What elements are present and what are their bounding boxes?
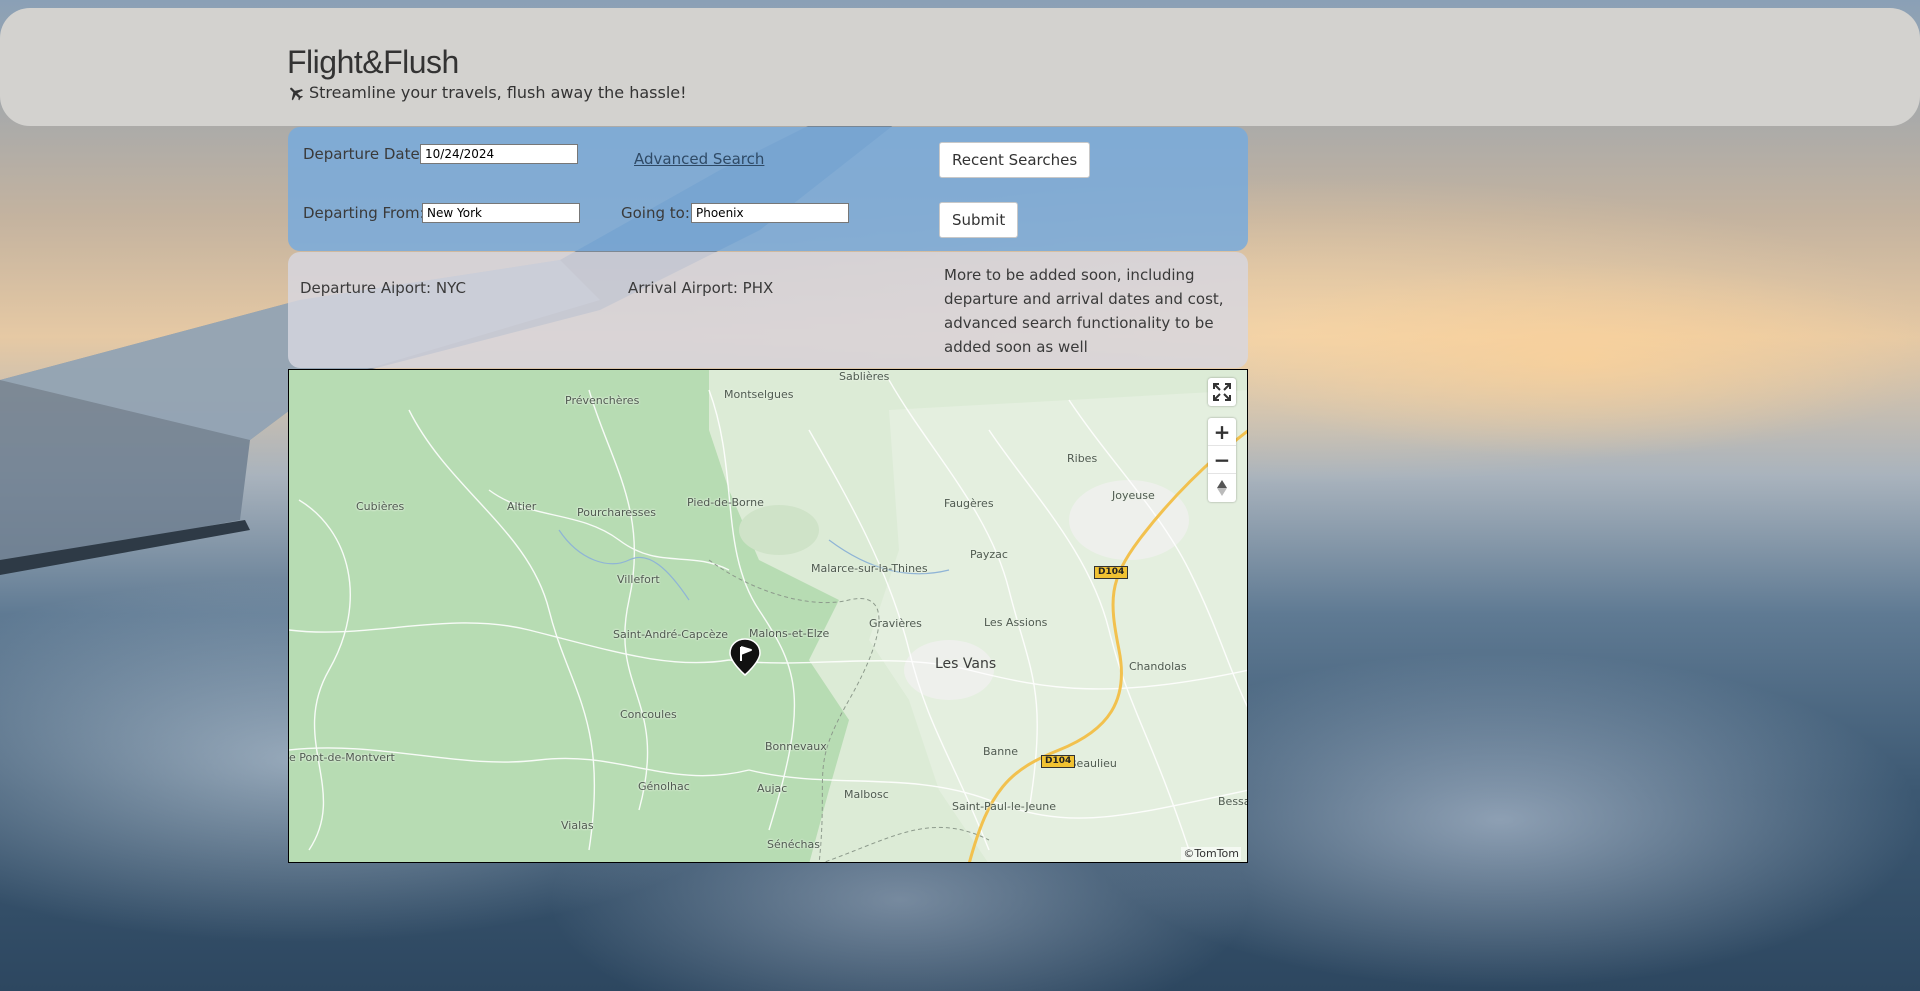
departure-date-input[interactable]	[420, 144, 578, 164]
map-view[interactable]: Sablières Prévenchères Montselgues Ribes…	[288, 369, 1248, 863]
map-attribution: ©TomTom	[1181, 847, 1241, 860]
road-badge: D104	[1041, 755, 1076, 768]
map-label: e Pont-de-Montvert	[289, 751, 395, 764]
zoom-in-button[interactable]: +	[1208, 418, 1236, 446]
map-label: Beaulieu	[1069, 757, 1117, 770]
map-label: Gravières	[869, 617, 922, 630]
map-label: Malons-et-Elze	[749, 627, 830, 640]
fullscreen-button[interactable]	[1208, 378, 1236, 406]
going-to-input[interactable]	[691, 203, 849, 223]
departure-airport-text: Departure Aiport: NYC	[300, 279, 466, 297]
map-label: Villefort	[617, 573, 660, 586]
departing-from-input[interactable]	[422, 203, 580, 223]
map-label: Payzac	[970, 548, 1008, 561]
map-label: Faugères	[944, 497, 994, 510]
map-label: Ribes	[1067, 452, 1098, 465]
tagline-text: Streamline your travels, flush away the …	[309, 83, 687, 102]
map-label: Sablières	[839, 370, 890, 383]
map-label: Les Vans	[935, 656, 997, 672]
site-tagline: Streamline your travels, flush away the …	[287, 83, 687, 102]
arrival-airport-text: Arrival Airport: PHX	[628, 279, 774, 297]
departure-date-label: Departure Date:	[303, 145, 425, 163]
map-label: Sénéchas	[767, 838, 820, 851]
map-label: Cubières	[356, 500, 405, 513]
location-marker-icon[interactable]	[729, 638, 761, 676]
map-label: Montselgues	[724, 388, 794, 401]
departing-from-label: Departing From:	[303, 204, 425, 222]
map-label: Aujac	[757, 782, 788, 795]
info-note-text: More to be added soon, including departu…	[944, 266, 1224, 356]
going-to-label: Going to:	[621, 204, 690, 222]
map-label: Joyeuse	[1112, 489, 1155, 502]
compass-button[interactable]	[1208, 474, 1236, 502]
submit-button[interactable]: Submit	[939, 202, 1019, 238]
map-label: Génolhac	[638, 780, 690, 793]
map-label: Saint-André-Capcèze	[613, 628, 729, 641]
map-label: Pied-de-Borne	[687, 496, 764, 509]
flight-info-panel: Departure Aiport: NYC Arrival Airport: P…	[288, 252, 1248, 368]
map-label: Chandolas	[1129, 660, 1187, 673]
site-title: Flight&Flush	[287, 44, 459, 80]
search-panel: Departure Date: Advanced Search Recent S…	[288, 127, 1248, 251]
map-label: Pourcharesses	[577, 506, 656, 519]
zoom-controls: + −	[1208, 418, 1236, 502]
map-label: Bonnevaux	[765, 740, 827, 753]
zoom-out-button[interactable]: −	[1208, 446, 1236, 474]
map-label: Saint-Paul-le-Jeune	[952, 800, 1057, 813]
map-label: Malarce-sur-la-Thines	[811, 562, 928, 575]
map-label: Altier	[507, 500, 537, 513]
map-label: Banne	[983, 745, 1018, 758]
airplane-icon	[290, 87, 303, 100]
site-header: Flight&Flush Streamline your travels, fl…	[0, 8, 1920, 126]
map-label: Les Assions	[984, 616, 1048, 629]
fullscreen-icon	[1213, 383, 1231, 401]
map-label: Malbosc	[844, 788, 889, 801]
advanced-search-link[interactable]: Advanced Search	[634, 150, 764, 168]
map-label: Bessa	[1218, 795, 1248, 808]
recent-searches-button[interactable]: Recent Searches	[939, 142, 1091, 178]
road-badge: D104	[1094, 566, 1129, 579]
map-label: Prévenchères	[565, 394, 640, 407]
map-label: Concoules	[620, 708, 677, 721]
compass-icon	[1217, 480, 1227, 496]
map-label: Vialas	[561, 819, 594, 832]
